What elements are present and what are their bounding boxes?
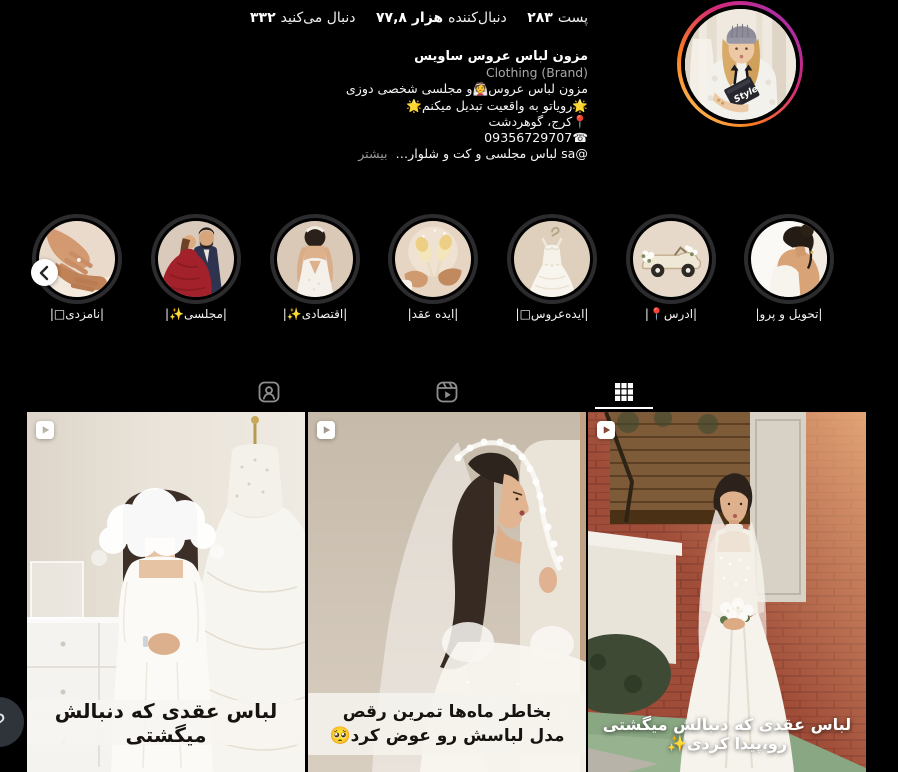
post-thumbnail-2[interactable]: بخاطر ماه‌ها تمرین رقص مدل لباسش رو عوض … [308,412,586,772]
highlight-cover-cheers [395,221,471,297]
avatar-image: Style [685,9,796,120]
posts-label: پست [558,10,588,26]
bio-truncated-text: @sa لباس مجلسی و کت و شلوار… [396,146,588,161]
reels-icon [435,380,459,404]
profile-category: Clothing (Brand) [228,65,588,81]
followers-count: ۷۷,۸ هزار [376,10,443,26]
highlight-cover-dress-hanger [514,221,590,297]
highlight-ring [744,214,834,304]
post-caption-line-2: مدل لباسش رو عوض کرد🥺 [329,724,564,748]
grid-icon [612,380,636,404]
video-play-icon [317,421,335,439]
profile-bio: مزون لباس عروس ساویس Clothing (Brand) مز… [228,49,588,162]
bio-phone-number: ☎09356729707 [228,130,588,146]
question-mark-label: ? [0,709,5,735]
highlight-ring [388,214,478,304]
video-play-icon [36,421,54,439]
profile-display-name: مزون لباس عروس ساویس [228,49,588,65]
post-caption-overlay: لباس عقدی که دنبالش میگشتی [27,700,305,745]
bio-line-2: 🌟رویاتو به واقعیت تبدیل میکنم🌟 [228,98,588,114]
post-thumbnail-1[interactable]: لباس عقدی که دنبالش میگشتی [27,412,305,772]
stat-posts: ۲۸۳ پست [527,10,588,26]
post-caption-overlay: بخاطر ماه‌ها تمرین رقص مدل لباسش رو عوض … [308,693,586,755]
highlight-evening[interactable]: |مجلسی✨| [151,214,241,304]
highlight-cover-woman-back [751,221,827,297]
tagged-icon [257,380,281,404]
post-caption-text: لباس عقدی که دنبالش میگشتی رو،پیدا کردی✨ [588,715,866,753]
profile-stats: ۳۳۲ دنبال می‌کنید ۷۷,۸ هزار دنبال‌کننده … [250,10,588,26]
avatar-ring-gap: Style [681,5,800,124]
post-caption-text: لباس عقدی که دنبالش میگشتی [27,699,305,747]
tab-grid-posts[interactable] [612,380,636,404]
following-label: دنبال می‌کنید [281,10,356,26]
post-thumbnail-3[interactable]: لباس عقدی که دنبالش میگشتی رو،پیدا کردی✨ [588,412,866,772]
stat-following[interactable]: ۳۳۲ دنبال می‌کنید [250,10,356,26]
bio-line-3: 📍کرج، گوهردشت [228,114,588,130]
chevron-left-icon [34,262,56,284]
highlight-ring [626,214,716,304]
highlight-cover-bride-back [277,221,353,297]
posts-count: ۲۸۳ [527,10,553,26]
highlight-ring [507,214,597,304]
highlight-delivery-fitting[interactable]: |تحویل و پرو| [744,214,834,304]
followers-label: دنبال‌کننده [448,10,507,26]
post-caption-line-1: بخاطر ماه‌ها تمرین رقص [343,700,552,724]
active-tab-underline [595,407,653,409]
tab-tagged[interactable] [257,380,281,404]
tab-reels[interactable] [435,380,459,404]
highlight-address[interactable]: |ادرس📍| [626,214,716,304]
highlight-economy[interactable]: |اقتصادی✨| [270,214,360,304]
highlight-cover-couple [158,221,234,297]
highlight-cover-car [633,221,709,297]
help-button[interactable]: ? [0,697,24,747]
highlight-aghd-idea[interactable]: |ایده عقد| [388,214,478,304]
highlight-ring [270,214,360,304]
bio-more-link[interactable]: بیشتر [358,146,387,161]
avatar-illustration: Style [685,9,796,120]
following-count: ۳۳۲ [250,10,276,26]
stat-followers[interactable]: ۷۷,۸ هزار دنبال‌کننده [376,10,507,26]
video-play-icon [597,421,615,439]
highlight-ring [151,214,241,304]
profile-avatar[interactable]: Style [677,1,803,127]
highlight-cover-hands [39,221,115,297]
highlight-label: |تحویل و پرو| [719,307,859,321]
bio-line-1: مزون لباس عروس👰و مجلسی شخصی دوزی [228,81,588,97]
bio-line-truncated: @sa لباس مجلسی و کت و شلوار… بیشتر [228,146,588,162]
highlights-prev-button[interactable] [31,259,58,286]
highlight-bride-idea[interactable]: |ایده‌عروس□| [507,214,597,304]
